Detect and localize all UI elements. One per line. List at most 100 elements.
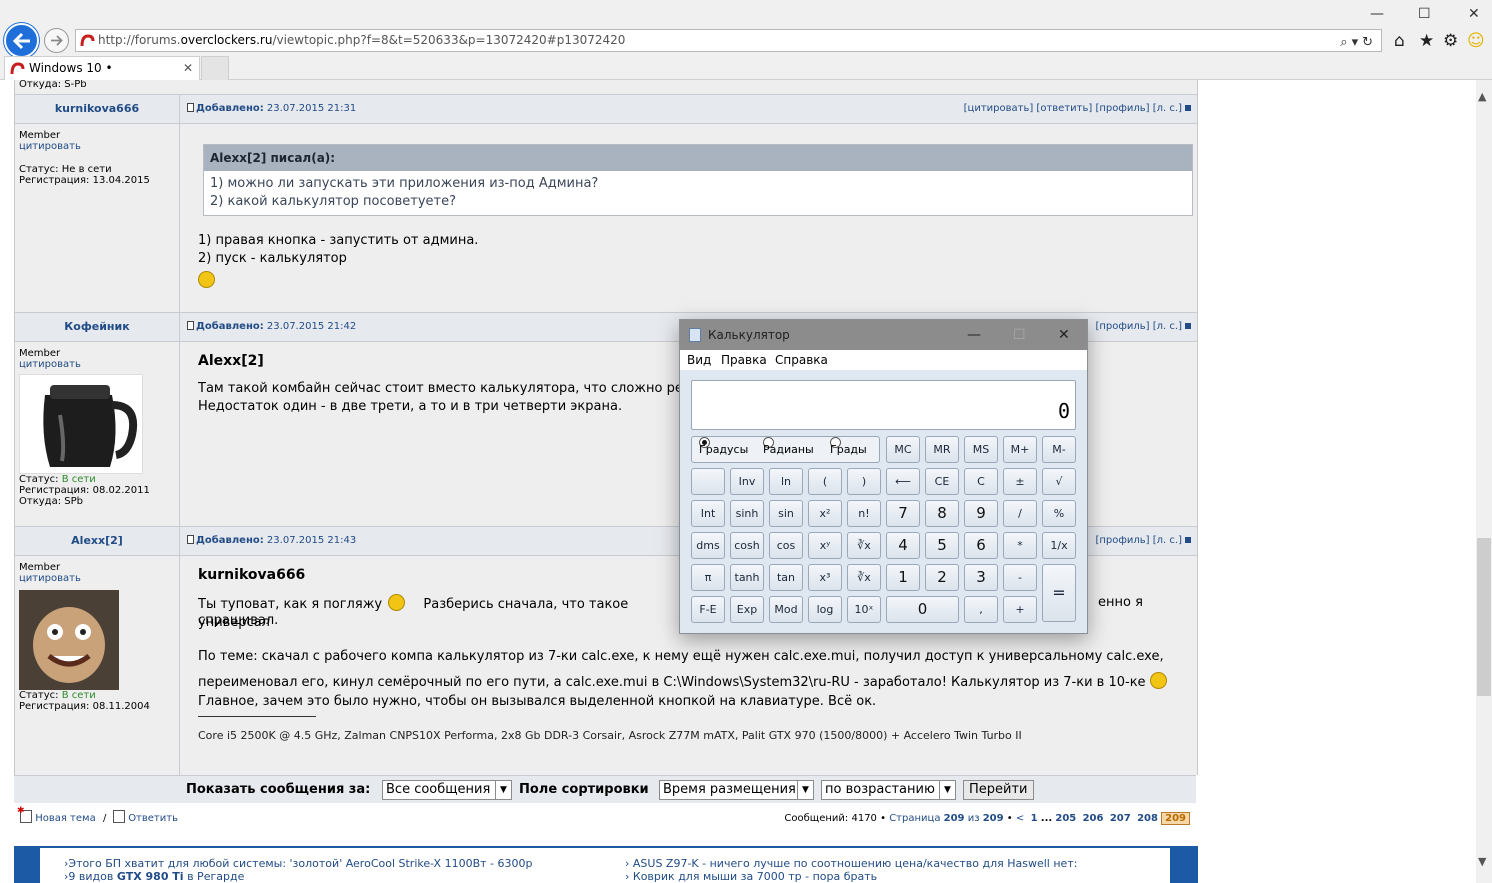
minimize-icon[interactable]: — xyxy=(1370,6,1384,22)
memory-m-button[interactable]: M+ xyxy=(1003,436,1037,463)
calc-key-k3_0[interactable]: π xyxy=(691,564,725,591)
calc-key-x[interactable]: x³ xyxy=(808,564,842,591)
news-link[interactable]: ›Этого БП хватит для любой системы: 'зол… xyxy=(64,857,532,870)
refresh-icon[interactable]: ↻ xyxy=(1362,35,1377,50)
tab-close-icon[interactable]: ✕ xyxy=(183,57,193,79)
post-author[interactable]: Alexx[2] xyxy=(15,527,180,555)
calc-key-1x[interactable]: 1/x xyxy=(1042,532,1076,559)
reply-link[interactable]: Ответить xyxy=(113,804,178,834)
scroll-down-icon[interactable]: ▼ xyxy=(1478,855,1486,868)
calc-key-x[interactable]: xʸ xyxy=(808,532,842,559)
calc-key-ln[interactable]: ln xyxy=(769,468,803,495)
page-link-207[interactable]: 207 xyxy=(1110,813,1131,824)
calc-key-2[interactable]: 2 xyxy=(925,564,959,591)
news-link[interactable]: ›9 видов GTX 980 Ti в Регарде xyxy=(64,870,244,883)
calc-key-6[interactable]: 6 xyxy=(964,532,998,559)
cite-link[interactable]: цитировать xyxy=(19,573,175,584)
calc-key-3[interactable]: 3 xyxy=(964,564,998,591)
scroll-thumb[interactable] xyxy=(1477,538,1491,696)
calc-key-x[interactable]: ∛x xyxy=(847,532,881,559)
settings-gear-icon[interactable]: ⚙ xyxy=(1443,31,1458,51)
memory-mr-button[interactable]: MR xyxy=(925,436,959,463)
calc-key-8[interactable]: 8 xyxy=(925,500,959,527)
post-icon[interactable] xyxy=(187,103,194,112)
show-select[interactable]: Все сообщения ▼ xyxy=(382,780,512,800)
equals-button[interactable]: = xyxy=(1042,564,1076,622)
calc-key-1[interactable]: 1 xyxy=(886,564,920,591)
calc-key-blank[interactable] xyxy=(691,468,725,495)
close-icon[interactable]: ✕ xyxy=(1058,320,1070,350)
calc-key-n[interactable]: n! xyxy=(847,500,881,527)
calc-key-dms[interactable]: dms xyxy=(691,532,725,559)
post-icon[interactable] xyxy=(187,321,194,330)
close-icon[interactable]: ✕ xyxy=(1468,6,1480,22)
cite-link[interactable]: цитировать xyxy=(19,141,175,152)
calc-key-k1_9[interactable]: % xyxy=(1042,500,1076,527)
calc-key-x[interactable]: x² xyxy=(808,500,842,527)
calc-key-sin[interactable]: sin xyxy=(769,500,803,527)
favorites-star-icon[interactable]: ★ xyxy=(1419,31,1434,51)
calc-key-k2_8[interactable]: * xyxy=(1003,532,1037,559)
new-tab-button[interactable] xyxy=(201,56,229,80)
calc-key-Exp[interactable]: Exp xyxy=(730,596,764,623)
calc-key-C[interactable]: C xyxy=(964,468,998,495)
calc-key-sinh[interactable]: sinh xyxy=(730,500,764,527)
back-button[interactable] xyxy=(4,23,39,58)
minimize-icon[interactable]: — xyxy=(967,320,981,350)
dropdown-icon[interactable]: ▾ xyxy=(1352,35,1363,50)
calc-key-k4_6[interactable]: , xyxy=(964,596,998,623)
page-link-205[interactable]: 205 xyxy=(1055,813,1076,824)
page-link-208[interactable]: 208 xyxy=(1137,813,1158,824)
menu-view[interactable]: Вид xyxy=(687,350,711,370)
memory-mc-button[interactable]: MC xyxy=(886,436,920,463)
calc-key-tanh[interactable]: tanh xyxy=(730,564,764,591)
calc-key-5[interactable]: 5 xyxy=(925,532,959,559)
calc-key-k0_8[interactable]: ± xyxy=(1003,468,1037,495)
calc-key-Int[interactable]: Int xyxy=(691,500,725,527)
calc-key-k0_5[interactable]: ⟵ xyxy=(886,468,920,495)
calc-key-x[interactable]: ∛x xyxy=(847,564,881,591)
post-actions[interactable]: [профиль] [л. с.] xyxy=(1095,313,1191,341)
calc-key-Mod[interactable]: Mod xyxy=(769,596,803,623)
calc-key-0[interactable]: 0 xyxy=(886,596,959,623)
forward-button[interactable] xyxy=(44,28,69,53)
address-bar[interactable]: http://forums.overclockers.ru/viewtopic.… xyxy=(75,29,1382,52)
feedback-smiley-icon[interactable]: ☺ xyxy=(1467,31,1485,51)
go-button[interactable]: Перейти xyxy=(963,780,1034,800)
calc-key-tan[interactable]: tan xyxy=(769,564,803,591)
calc-key-Inv[interactable]: Inv xyxy=(730,468,764,495)
sort-select[interactable]: Время размещения ▼ xyxy=(659,780,814,800)
browser-tab[interactable]: Windows 10 • Конференци... ✕ xyxy=(4,56,200,97)
calc-titlebar[interactable]: Калькулятор — ☐ ✕ xyxy=(680,320,1087,350)
page-scrollbar[interactable]: ▲ ▼ xyxy=(1476,80,1492,883)
calc-key-7[interactable]: 7 xyxy=(886,500,920,527)
prev-page-link[interactable]: < xyxy=(1016,813,1024,824)
post-author[interactable]: kurnikova666 xyxy=(15,95,180,123)
news-link[interactable]: › ASUS Z97-K - ничего лучше по соотношен… xyxy=(625,857,1077,870)
news-link[interactable]: › Коврик для мыши за 7000 тр - пора брат… xyxy=(625,870,877,883)
calc-key-4[interactable]: 4 xyxy=(886,532,920,559)
post-author[interactable]: Кофейник xyxy=(15,313,180,341)
menu-edit[interactable]: Правка xyxy=(721,350,767,370)
post-actions[interactable]: [цитировать] [ответить] [профиль] [л. с.… xyxy=(964,95,1191,123)
page-link-206[interactable]: 206 xyxy=(1083,813,1104,824)
order-select[interactable]: по возрастанию ▼ xyxy=(821,780,956,800)
page-link-1[interactable]: 1 xyxy=(1031,813,1038,824)
post-actions[interactable]: [профиль] [л. с.] xyxy=(1095,527,1191,555)
memory-ms-button[interactable]: MS xyxy=(964,436,998,463)
calc-key-FE[interactable]: F-E xyxy=(691,596,725,623)
post-icon[interactable] xyxy=(187,535,194,544)
cite-link[interactable]: цитировать xyxy=(19,359,175,370)
calc-key-k0_9[interactable]: √ xyxy=(1042,468,1076,495)
calc-key-k0_3[interactable]: ( xyxy=(808,468,842,495)
search-icon[interactable]: ⌕ xyxy=(1340,35,1351,50)
home-icon[interactable]: ⌂ xyxy=(1394,31,1405,51)
calc-key-cos[interactable]: cos xyxy=(769,532,803,559)
maximize-icon[interactable]: ☐ xyxy=(1418,6,1431,22)
calc-key-CE[interactable]: CE xyxy=(925,468,959,495)
calc-key-k0_4[interactable]: ) xyxy=(847,468,881,495)
calc-key-k3_8[interactable]: - xyxy=(1003,564,1037,591)
scroll-up-icon[interactable]: ▲ xyxy=(1478,90,1486,103)
calc-key-k1_8[interactable]: / xyxy=(1003,500,1037,527)
calc-key-10[interactable]: 10ˣ xyxy=(847,596,881,623)
